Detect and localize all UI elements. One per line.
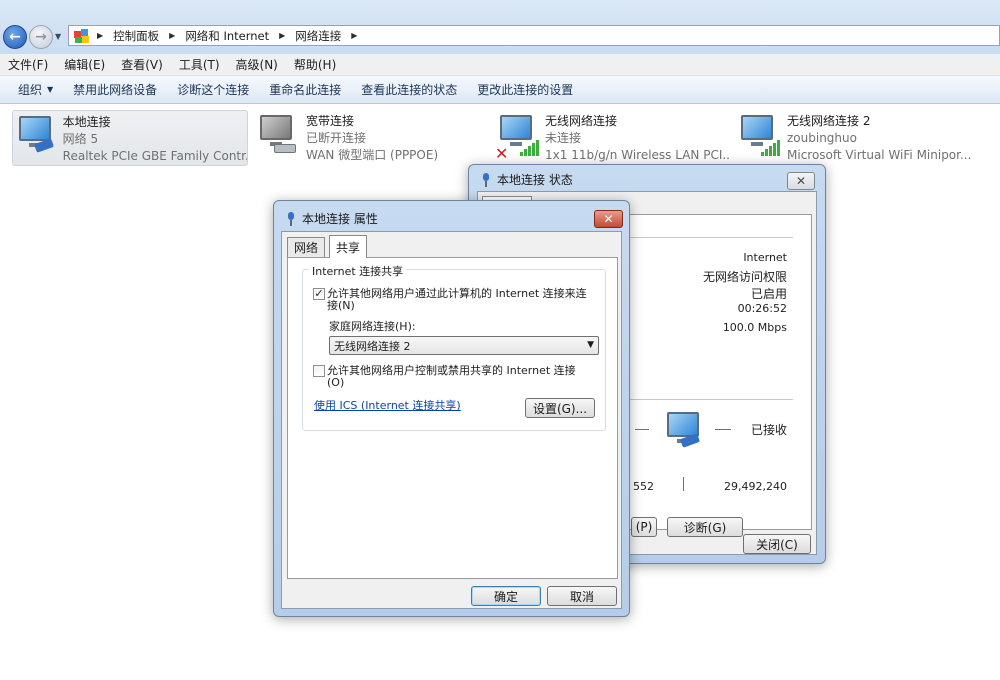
connection-wireless[interactable]: ✕ 无线网络连接 未连接 1x1 11b/g/n Wireless LAN PC…	[494, 110, 730, 166]
connection-name: 无线网络连接 2	[787, 114, 871, 128]
wired-network-icon	[13, 111, 59, 163]
allow-control-label: 允许其他网络用户控制或禁用共享的 Internet 连接(O)	[327, 364, 576, 389]
activity-line	[635, 429, 649, 430]
address-bar[interactable]: ▶ 控制面板 ▶ 网络和 Internet ▶ 网络连接 ▶	[68, 25, 1000, 46]
breadcrumb-network-connections[interactable]: 网络连接	[291, 28, 345, 44]
dialog-title: 本地连接 属性	[286, 210, 378, 227]
forward-arrow-icon: →	[35, 29, 47, 45]
activity-computer-icon	[663, 410, 703, 454]
activity-line	[715, 429, 731, 430]
diagnose-button[interactable]: 诊断(G)	[667, 517, 743, 537]
command-bar: 组织 ▼ 禁用此网络设备 诊断这个连接 重命名此连接 查看此连接的状态 更改此连接…	[0, 76, 1000, 104]
connection-name: 宽带连接	[306, 114, 355, 128]
tab-sharing[interactable]: 共享	[329, 235, 368, 258]
connection-device: Microsoft Virtual WiFi Minipor...	[787, 148, 972, 162]
home-network-select[interactable]: 无线网络连接 2 ▼	[329, 336, 599, 355]
chevron-down-icon: ▼	[587, 340, 594, 350]
allow-sharing-label: 允许其他网络用户通过此计算机的 Internet 连接来连接(N)	[327, 287, 587, 312]
window-title: 本地连接 状态	[481, 171, 573, 188]
close-button[interactable]: 关闭(C)	[743, 534, 811, 554]
duration: 00:26:52	[737, 302, 787, 315]
breadcrumb-arrow-icon[interactable]: ▶	[345, 31, 363, 40]
connection-device: 1x1 11b/g/n Wireless LAN PCI...	[545, 148, 730, 162]
connection-name: 本地连接	[62, 115, 111, 129]
disconnected-x-icon: ✕	[495, 144, 509, 163]
speed: 100.0 Mbps	[722, 321, 787, 334]
organize-label: 组织	[18, 83, 43, 97]
connection-local[interactable]: 本地连接 网络 5 Realtek PCIe GBE Family Contr.…	[12, 110, 248, 166]
wireless-network-icon: ✕	[494, 110, 541, 163]
breadcrumb-network-internet[interactable]: 网络和 Internet	[181, 28, 273, 44]
connection-status: zoubinghuo	[787, 131, 857, 145]
group-title: Internet 连接共享	[309, 263, 407, 279]
ipv4-connectivity: Internet	[743, 251, 787, 264]
rename-connection-button[interactable]: 重命名此连接	[259, 81, 351, 98]
cancel-button[interactable]: 取消	[547, 586, 617, 606]
back-button[interactable]: ←	[3, 25, 27, 49]
bytes-received: 29,492,240	[724, 480, 787, 493]
dialog-title-text: 本地连接 属性	[302, 212, 378, 226]
connection-wireless-2[interactable]: 无线网络连接 2 zoubinghuo Microsoft Virtual Wi…	[735, 110, 975, 166]
sharing-tab-panel: Internet 连接共享 ✓ 允许其他网络用户通过此计算机的 Internet…	[287, 257, 618, 579]
chevron-down-icon: ▼	[47, 85, 54, 94]
connection-status: 网络 5	[62, 132, 99, 146]
window-title-text: 本地连接 状态	[497, 173, 573, 187]
ics-group-box: Internet 连接共享 ✓ 允许其他网络用户通过此计算机的 Internet…	[302, 263, 606, 431]
close-dialog-button[interactable]: ✕	[594, 210, 623, 228]
received-label: 已接收	[750, 423, 787, 437]
history-dropdown-icon[interactable]: ▼	[55, 32, 61, 41]
breadcrumb-control-panel[interactable]: 控制面板	[109, 28, 163, 44]
connection-status: 已断开连接	[306, 131, 367, 145]
settings-button[interactable]: 设置(G)...	[525, 398, 595, 418]
connection-name: 无线网络连接	[545, 114, 618, 128]
menu-view[interactable]: 查看(V)	[113, 56, 171, 73]
dialog-client-area: 网络 共享 Internet 连接共享 ✓ 允许其他网络用户通过此计算机的 In…	[281, 231, 622, 609]
diagnose-connection-button[interactable]: 诊断这个连接	[167, 81, 259, 98]
wireless-network-icon	[735, 110, 783, 162]
network-adapter-icon	[286, 211, 296, 226]
connection-broadband[interactable]: 宽带连接 已断开连接 WAN 微型端口 (PPPOE)	[254, 110, 490, 166]
organize-button[interactable]: 组织 ▼	[8, 81, 63, 98]
bytes-sent-partial: 552	[633, 480, 654, 493]
home-network-value: 无线网络连接 2	[334, 339, 411, 353]
connection-device: Realtek PCIe GBE Family Contr...	[62, 149, 247, 163]
address-toolbar: ← → ▼ ▶ 控制面板 ▶ 网络和 Internet ▶ 网络连接 ▶	[0, 0, 1000, 54]
ipv6-connectivity: 无网络访问权限	[702, 270, 787, 284]
connection-status: 未连接	[545, 131, 582, 145]
forward-button[interactable]: →	[29, 25, 53, 49]
broadband-modem-icon	[254, 110, 302, 162]
allow-sharing-checkbox[interactable]: ✓	[313, 288, 325, 300]
network-adapter-icon	[481, 172, 491, 187]
breadcrumb-arrow-icon[interactable]: ▶	[91, 31, 109, 40]
connection-device: WAN 微型端口 (PPPOE)	[306, 148, 439, 162]
menu-bar: 文件(F) 编辑(E) 查看(V) 工具(T) 高级(N) 帮助(H)	[0, 54, 1000, 76]
close-window-button[interactable]: ✕	[787, 172, 815, 190]
home-network-label: 家庭网络连接(H):	[329, 320, 416, 333]
menu-file[interactable]: 文件(F)	[0, 56, 56, 73]
breadcrumb-arrow-icon[interactable]: ▶	[273, 31, 291, 40]
view-status-button[interactable]: 查看此连接的状态	[351, 81, 467, 98]
properties-button[interactable]: (P)	[631, 517, 657, 537]
change-settings-button[interactable]: 更改此连接的设置	[467, 81, 583, 98]
breadcrumb-arrow-icon[interactable]: ▶	[163, 31, 181, 40]
activity-tick	[683, 477, 684, 491]
menu-help[interactable]: 帮助(H)	[286, 56, 344, 73]
menu-advanced[interactable]: 高级(N)	[228, 56, 286, 73]
ok-button[interactable]: 确定	[471, 586, 541, 606]
media-state: 已启用	[750, 287, 787, 301]
back-arrow-icon: ←	[9, 29, 21, 45]
menu-tools[interactable]: 工具(T)	[171, 56, 228, 73]
tab-network[interactable]: 网络	[287, 237, 326, 257]
menu-edit[interactable]: 编辑(E)	[56, 56, 113, 73]
disable-device-button[interactable]: 禁用此网络设备	[63, 81, 167, 98]
local-connection-properties-dialog: 本地连接 属性 ✕ 网络 共享 Internet 连接共享 ✓ 允许其他网络用户…	[273, 200, 630, 617]
allow-control-checkbox[interactable]	[313, 365, 325, 377]
control-panel-icon	[73, 28, 91, 44]
ics-help-link[interactable]: 使用 ICS (Internet 连接共享)	[314, 397, 461, 413]
